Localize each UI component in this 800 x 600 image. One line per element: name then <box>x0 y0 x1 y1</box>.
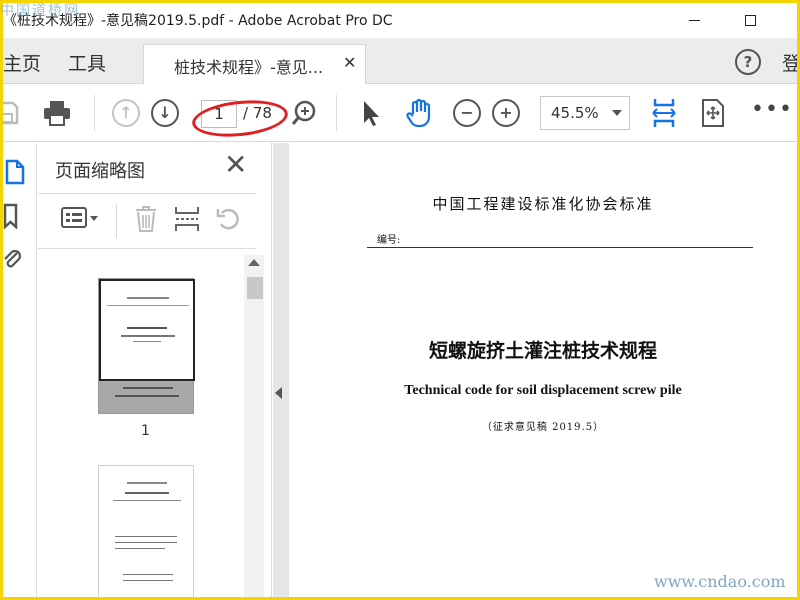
thumbnail-text-line <box>115 536 177 537</box>
insert-page-button[interactable] <box>174 205 200 237</box>
thumbnail-text-line <box>127 482 167 484</box>
hand-tool-icon <box>406 98 431 128</box>
close-tab-icon[interactable]: ✕ <box>343 53 356 72</box>
collapse-panel-icon[interactable] <box>275 387 282 399</box>
thumbnail-scrollbar[interactable] <box>244 255 264 597</box>
zoom-in-button[interactable]: + <box>490 97 522 129</box>
sign-in-link[interactable]: 登 <box>782 49 797 76</box>
draft-note: （征求意见稿 2019.5） <box>481 422 605 433</box>
save-icon <box>3 101 19 125</box>
maximize-button[interactable] <box>727 3 773 38</box>
thumbnail-text-line <box>133 341 161 342</box>
document-tab-label: 桩技术规程》-意见... <box>174 58 324 77</box>
toolbar-separator <box>94 95 95 131</box>
thumbnail-rule <box>107 305 189 306</box>
save-button[interactable] <box>3 97 23 129</box>
title-bar: 《桩技术规程》-意见稿2019.5.pdf - Adobe Acrobat Pr… <box>3 3 797 38</box>
thumbnail-text-line <box>127 297 169 299</box>
rotate-page-icon <box>216 208 239 230</box>
standard-body-heading: 中国工程建设标准化协会标准 <box>432 195 654 213</box>
toolbar-separator <box>336 95 337 131</box>
thumbnail-text-line <box>115 542 177 543</box>
scrollbar-thumb[interactable] <box>247 277 263 299</box>
delete-page-icon <box>136 206 156 232</box>
tab-document[interactable]: 桩技术规程》-意见... ✕ <box>143 44 366 84</box>
scroll-up-icon[interactable] <box>248 259 260 266</box>
tab-bar: 主页 工具 桩技术规程》-意见... ✕ ? 登 <box>3 38 797 84</box>
thumbnail-text-line <box>113 500 181 501</box>
header-rule <box>367 247 753 248</box>
help-icon[interactable]: ? <box>735 49 761 75</box>
minimize-icon <box>688 20 700 21</box>
zoom-dropdown[interactable]: 45.5% <box>540 96 630 130</box>
prev-page-icon: ↑ <box>112 99 140 127</box>
scroll-mode-icon <box>702 99 724 127</box>
find-button[interactable] <box>288 97 320 129</box>
rotate-page-button[interactable] <box>216 205 242 237</box>
thumbnail-page-preview <box>99 279 195 381</box>
thumbnail-text-line <box>127 327 167 329</box>
bookmark-icon[interactable] <box>3 203 19 229</box>
tab-tools[interactable]: 工具 <box>68 49 106 76</box>
thumbnail-page-number: 1 <box>141 423 150 439</box>
minimize-button[interactable] <box>671 3 717 38</box>
thumbnail-text-line <box>123 387 173 389</box>
left-rail <box>3 143 37 597</box>
thumbnail-text-line <box>123 580 173 581</box>
toolbar-separator <box>116 204 117 238</box>
document-title-en: Technical code for soil displacement scr… <box>404 383 682 398</box>
document-title-cn: 短螺旋挤土灌注桩技术规程 <box>428 340 657 362</box>
page-thumbnail[interactable] <box>98 465 194 597</box>
thumbnail-text-line <box>115 395 179 397</box>
print-icon <box>44 101 70 126</box>
panel-title: 页面缩略图 <box>55 161 145 182</box>
hand-tool-button[interactable] <box>403 97 435 129</box>
page-thumbnails-icon[interactable] <box>5 159 25 185</box>
select-tool-button[interactable] <box>355 97 387 129</box>
fit-width-button[interactable] <box>648 97 680 129</box>
previous-page-button[interactable]: ↑ <box>110 97 142 129</box>
pdf-page: 中国工程建设标准化协会标准 编号: 短螺旋挤土灌注桩技术规程 Technical… <box>289 143 797 597</box>
next-page-button[interactable]: ↓ <box>149 97 181 129</box>
page-thumbnail[interactable] <box>98 278 195 414</box>
thumbnail-text-line <box>125 492 169 494</box>
print-button[interactable] <box>41 97 73 129</box>
zoom-out-icon: − <box>453 99 481 127</box>
insert-page-icon <box>175 207 199 231</box>
main-toolbar: ↑ ↓ 1 / 78 − + 45.5% ••• <box>3 85 797 142</box>
next-page-icon: ↓ <box>151 99 179 127</box>
tab-home[interactable]: 主页 <box>3 49 41 76</box>
watermark-bottom: www.cndao.com <box>654 572 786 591</box>
more-icon[interactable]: ••• <box>751 97 793 122</box>
thumbnail-toolbar <box>38 193 256 249</box>
watermark-top: 中国道桥网 <box>0 3 80 19</box>
document-view[interactable]: 中国工程建设标准化协会标准 编号: 短螺旋挤土灌注桩技术规程 Technical… <box>273 143 797 597</box>
scroll-mode-button[interactable] <box>697 97 729 129</box>
thumbnail-text-line <box>121 335 175 337</box>
thumbnail-options-button[interactable] <box>60 205 100 235</box>
app-window: 《桩技术规程》-意见稿2019.5.pdf - Adobe Acrobat Pr… <box>3 3 797 597</box>
chevron-down-icon <box>612 110 622 116</box>
maximize-icon <box>744 15 756 26</box>
fit-width-icon <box>652 99 676 127</box>
zoom-value: 45.5% <box>551 104 599 122</box>
number-label: 编号: <box>377 235 401 246</box>
thumbnail-options-icon <box>61 207 98 228</box>
page-thumbnails-panel: 页面缩略图 ✕ 1 <box>38 143 272 597</box>
delete-page-button[interactable] <box>134 205 158 237</box>
attachment-icon[interactable] <box>3 247 21 271</box>
close-icon[interactable]: ✕ <box>224 151 247 179</box>
thumbnail-text-line <box>115 548 165 549</box>
thumbnail-text-line <box>123 574 173 575</box>
find-zoom-icon <box>291 100 316 125</box>
zoom-in-icon: + <box>492 99 520 127</box>
select-arrow-icon <box>364 101 379 126</box>
zoom-out-button[interactable]: − <box>451 97 483 129</box>
